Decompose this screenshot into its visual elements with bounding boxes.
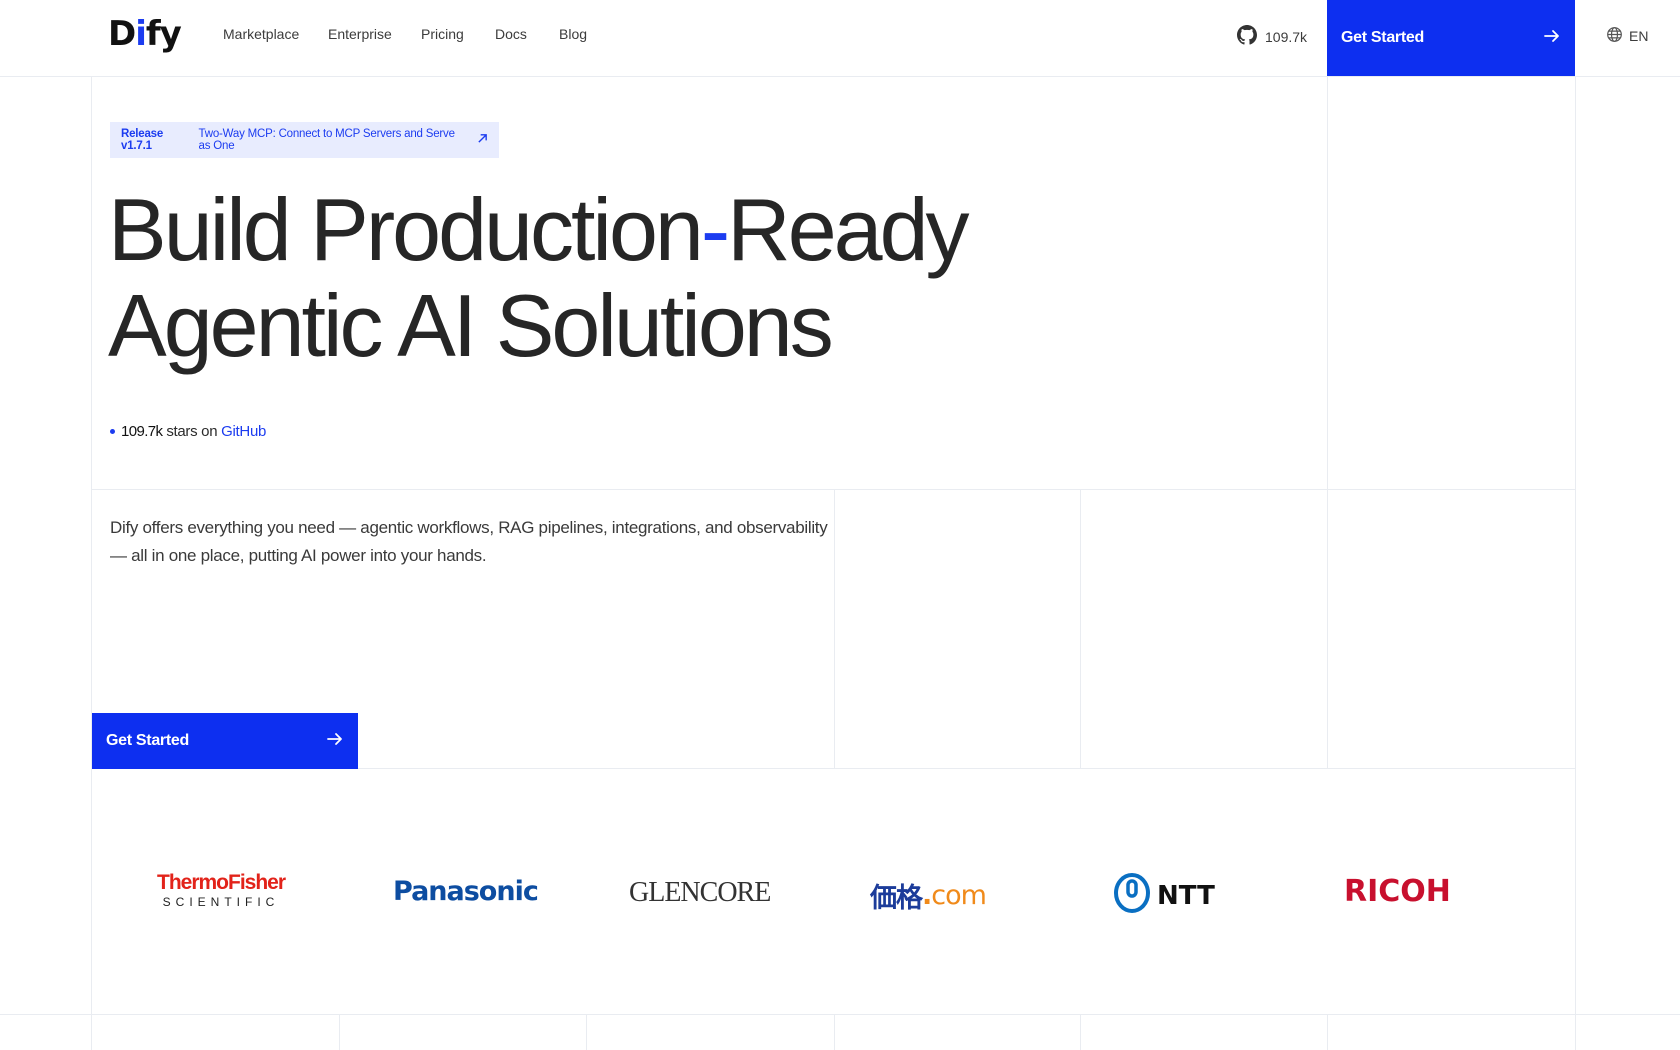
github-icon xyxy=(1237,25,1257,48)
get-started-label: Get Started xyxy=(1341,29,1424,46)
glencore-logo: GLENCORE xyxy=(629,877,771,908)
arrow-right-icon xyxy=(326,730,344,753)
grid-line xyxy=(1575,76,1576,1050)
arrow-right-icon xyxy=(1543,27,1561,50)
hero-get-started-button[interactable]: Get Started xyxy=(92,713,358,769)
dify-logo[interactable]: Dify xyxy=(108,14,182,54)
get-started-label: Get Started xyxy=(106,732,189,749)
arrow-up-right-icon xyxy=(477,133,488,147)
ntt-mark-icon xyxy=(1113,872,1151,919)
kakaku-logo: 価格. com xyxy=(870,880,987,914)
ntt-logo: NTT xyxy=(1113,872,1215,919)
bullet-dot xyxy=(110,429,115,434)
release-version: Release v1.7.1 xyxy=(121,128,164,152)
hero-description: Dify offers everything you need — agenti… xyxy=(110,518,828,565)
nav-docs[interactable]: Docs xyxy=(495,26,527,42)
grid-line xyxy=(339,1014,340,1050)
language-code: EN xyxy=(1629,28,1649,44)
ricoh-logo: RICOH xyxy=(1344,874,1451,909)
grid-line xyxy=(586,1014,587,1050)
grid-line xyxy=(1327,1014,1328,1050)
grid-line xyxy=(834,490,835,768)
get-started-button[interactable]: Get Started xyxy=(1327,0,1575,76)
nav-blog[interactable]: Blog xyxy=(559,26,587,42)
grid-line xyxy=(1080,490,1081,768)
hero-title: Build Production-Ready Agentic AI Soluti… xyxy=(108,180,970,375)
panasonic-logo: Panasonic xyxy=(393,876,539,907)
grid-line xyxy=(0,1014,1680,1015)
release-text: Two-Way MCP: Connect to MCP Servers and … xyxy=(198,128,455,152)
site-header: Dify Marketplace Enterprise Pricing Docs… xyxy=(0,0,1680,77)
release-badge[interactable]: Release v1.7.1 Two-Way MCP: Connect to M… xyxy=(110,122,499,158)
github-stars-line: 109.7k stars on GitHub xyxy=(110,423,266,440)
thermofisher-logo: ThermoFisher SCIENTIFIC xyxy=(157,871,286,910)
grid-line xyxy=(91,489,1575,490)
grid-line xyxy=(834,1014,835,1050)
nav-marketplace[interactable]: Marketplace xyxy=(223,26,299,42)
nav-pricing[interactable]: Pricing xyxy=(421,26,464,42)
stars-count: 109.7k xyxy=(121,423,163,440)
github-star-count: 109.7k xyxy=(1265,28,1308,45)
nav-enterprise[interactable]: Enterprise xyxy=(328,26,392,42)
grid-line xyxy=(91,76,92,1050)
stars-text: stars on xyxy=(166,423,218,440)
github-link[interactable]: GitHub xyxy=(221,423,266,440)
grid-line xyxy=(1327,76,1328,768)
globe-icon xyxy=(1606,26,1623,46)
grid-line xyxy=(1080,1014,1081,1050)
language-selector[interactable]: EN xyxy=(1606,26,1648,46)
github-stars-link[interactable]: 109.7k xyxy=(1237,25,1307,48)
